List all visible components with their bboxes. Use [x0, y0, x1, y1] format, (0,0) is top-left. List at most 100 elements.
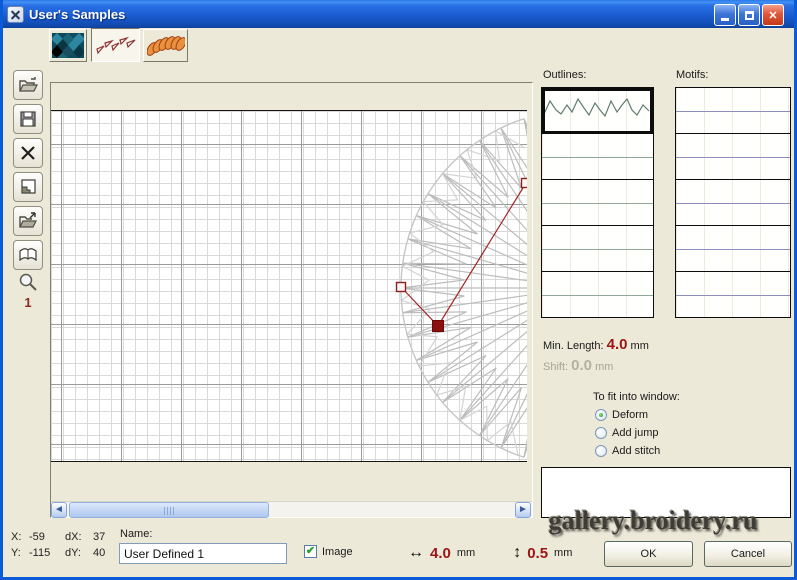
image-checkbox-label: Image: [322, 546, 353, 558]
fit-option-add-stitch[interactable]: Add stitch: [595, 445, 660, 457]
width-arrow-icon: ↔: [408, 544, 424, 562]
fit-option-deform[interactable]: Deform: [595, 409, 648, 421]
contour-properties-button[interactable]: [13, 172, 43, 202]
maximize-icon: [745, 11, 754, 20]
delete-sample-button[interactable]: [13, 138, 43, 168]
selected-zigzag-sample: [542, 88, 651, 128]
shift-unit: mm: [595, 361, 613, 373]
diamond-pattern-icon: [52, 33, 84, 58]
scroll-right-button[interactable]: ►: [515, 502, 531, 518]
delete-x-icon: [20, 145, 36, 161]
height-value[interactable]: 0.5: [527, 545, 548, 562]
sample-dimensions: ↔ 4.0 mm ↕ 0.5 mm: [408, 544, 572, 562]
maximize-button[interactable]: [738, 4, 760, 26]
name-label: Name:: [120, 528, 152, 540]
save-sample-button[interactable]: [13, 104, 43, 134]
sample-line: [542, 249, 653, 250]
x-value: -59: [29, 531, 63, 547]
sample-type-rope-button[interactable]: [143, 29, 188, 62]
radio-label: Add jump: [612, 427, 658, 439]
title-bar[interactable]: User's Samples ✕: [0, 0, 797, 28]
magnifier-icon[interactable]: [17, 272, 39, 292]
save-floppy-icon: [19, 110, 37, 128]
outline-row-3[interactable]: [542, 226, 653, 272]
min-length-label: Min. Length:: [543, 340, 604, 352]
stitch-node-filled[interactable]: [433, 321, 444, 332]
close-button[interactable]: ✕: [762, 4, 784, 26]
coordinate-status: X: -59 dX: 37 Y: -115 dY: 40: [11, 531, 113, 563]
fit-group-label: To fit into window:: [593, 391, 680, 403]
sample-type-triangles-button[interactable]: [91, 28, 140, 62]
fit-option-add-jump[interactable]: Add jump: [595, 427, 658, 439]
motif-row-4[interactable]: [676, 272, 790, 317]
sample-line: [676, 203, 790, 204]
outlines-label: Outlines:: [543, 69, 586, 81]
cancel-button[interactable]: Cancel: [704, 541, 792, 567]
motif-row-0[interactable]: [676, 88, 790, 134]
dy-value: 40: [93, 547, 113, 563]
width-value[interactable]: 4.0: [430, 545, 451, 562]
scroll-left-button[interactable]: ◄: [51, 502, 67, 518]
stitch-node-hollow[interactable]: [522, 179, 528, 188]
design-grid[interactable]: [51, 110, 527, 462]
height-unit: mm: [554, 547, 572, 559]
contour-shape-icon: [19, 178, 37, 196]
name-input[interactable]: [119, 543, 287, 564]
sample-type-diamonds-button[interactable]: [49, 29, 87, 62]
open-sample-button[interactable]: [13, 70, 43, 100]
sample-line: [542, 157, 653, 158]
motifs-label: Motifs:: [676, 69, 708, 81]
min-length-value[interactable]: 4.0: [607, 336, 628, 353]
open-book-icon: [18, 247, 38, 264]
shift-label: Shift:: [543, 361, 568, 373]
motifs-list[interactable]: [675, 87, 791, 318]
width-unit: mm: [457, 547, 475, 559]
dy-label: dY:: [65, 547, 91, 563]
stitch-node-hollow[interactable]: [397, 283, 406, 292]
rope-pattern-icon: [147, 34, 185, 58]
open-folder-icon: [18, 76, 38, 94]
sample-line: [676, 111, 790, 112]
radio-icon[interactable]: [595, 445, 607, 457]
x-label: X:: [11, 531, 27, 547]
radio-icon[interactable]: [595, 427, 607, 439]
outline-row-4[interactable]: [542, 272, 653, 317]
motif-row-2[interactable]: [676, 180, 790, 226]
min-length-row: Min. Length: 4.0 mm: [543, 336, 649, 353]
image-checkbox[interactable]: ✔: [304, 545, 317, 558]
scroll-left-icon: ◄: [54, 505, 64, 515]
outline-row-0[interactable]: [542, 88, 653, 134]
minimize-icon: [721, 18, 729, 21]
y-value: -115: [29, 547, 63, 563]
radio-icon[interactable]: [595, 409, 607, 421]
scroll-right-icon: ►: [518, 505, 528, 515]
ok-button[interactable]: OK: [604, 541, 693, 567]
window-title: User's Samples: [29, 7, 125, 22]
min-length-unit: mm: [631, 340, 649, 352]
shift-value: 0.0: [571, 357, 592, 374]
design-overlay: [51, 111, 527, 463]
outline-row-1[interactable]: [542, 134, 653, 180]
y-label: Y:: [11, 547, 27, 563]
sample-line: [676, 295, 790, 296]
outline-row-2[interactable]: [542, 180, 653, 226]
minimize-button[interactable]: [714, 4, 736, 26]
triangle-arrows-pattern-icon: [95, 33, 137, 57]
export-sample-button[interactable]: [13, 206, 43, 236]
horizontal-scrollbar[interactable]: ◄ ►: [51, 501, 532, 517]
zoom-level-label: 1: [14, 295, 42, 310]
dx-label: dX:: [65, 531, 91, 547]
app-icon: [7, 6, 24, 23]
outlines-list[interactable]: [541, 87, 654, 318]
motif-row-3[interactable]: [676, 226, 790, 272]
shift-row: Shift: 0.0 mm: [543, 357, 613, 374]
sample-line: [542, 295, 653, 296]
scrollbar-thumb[interactable]: [69, 502, 269, 518]
design-canvas-panel: ◄ ►: [50, 82, 533, 518]
sample-line: [676, 157, 790, 158]
users-samples-dialog: User's Samples ✕: [0, 0, 797, 580]
motif-row-1[interactable]: [676, 134, 790, 180]
sample-library-button[interactable]: [13, 240, 43, 270]
watermark-text: gallery.broidery.ru: [543, 506, 763, 536]
radio-label: Add stitch: [612, 445, 660, 457]
